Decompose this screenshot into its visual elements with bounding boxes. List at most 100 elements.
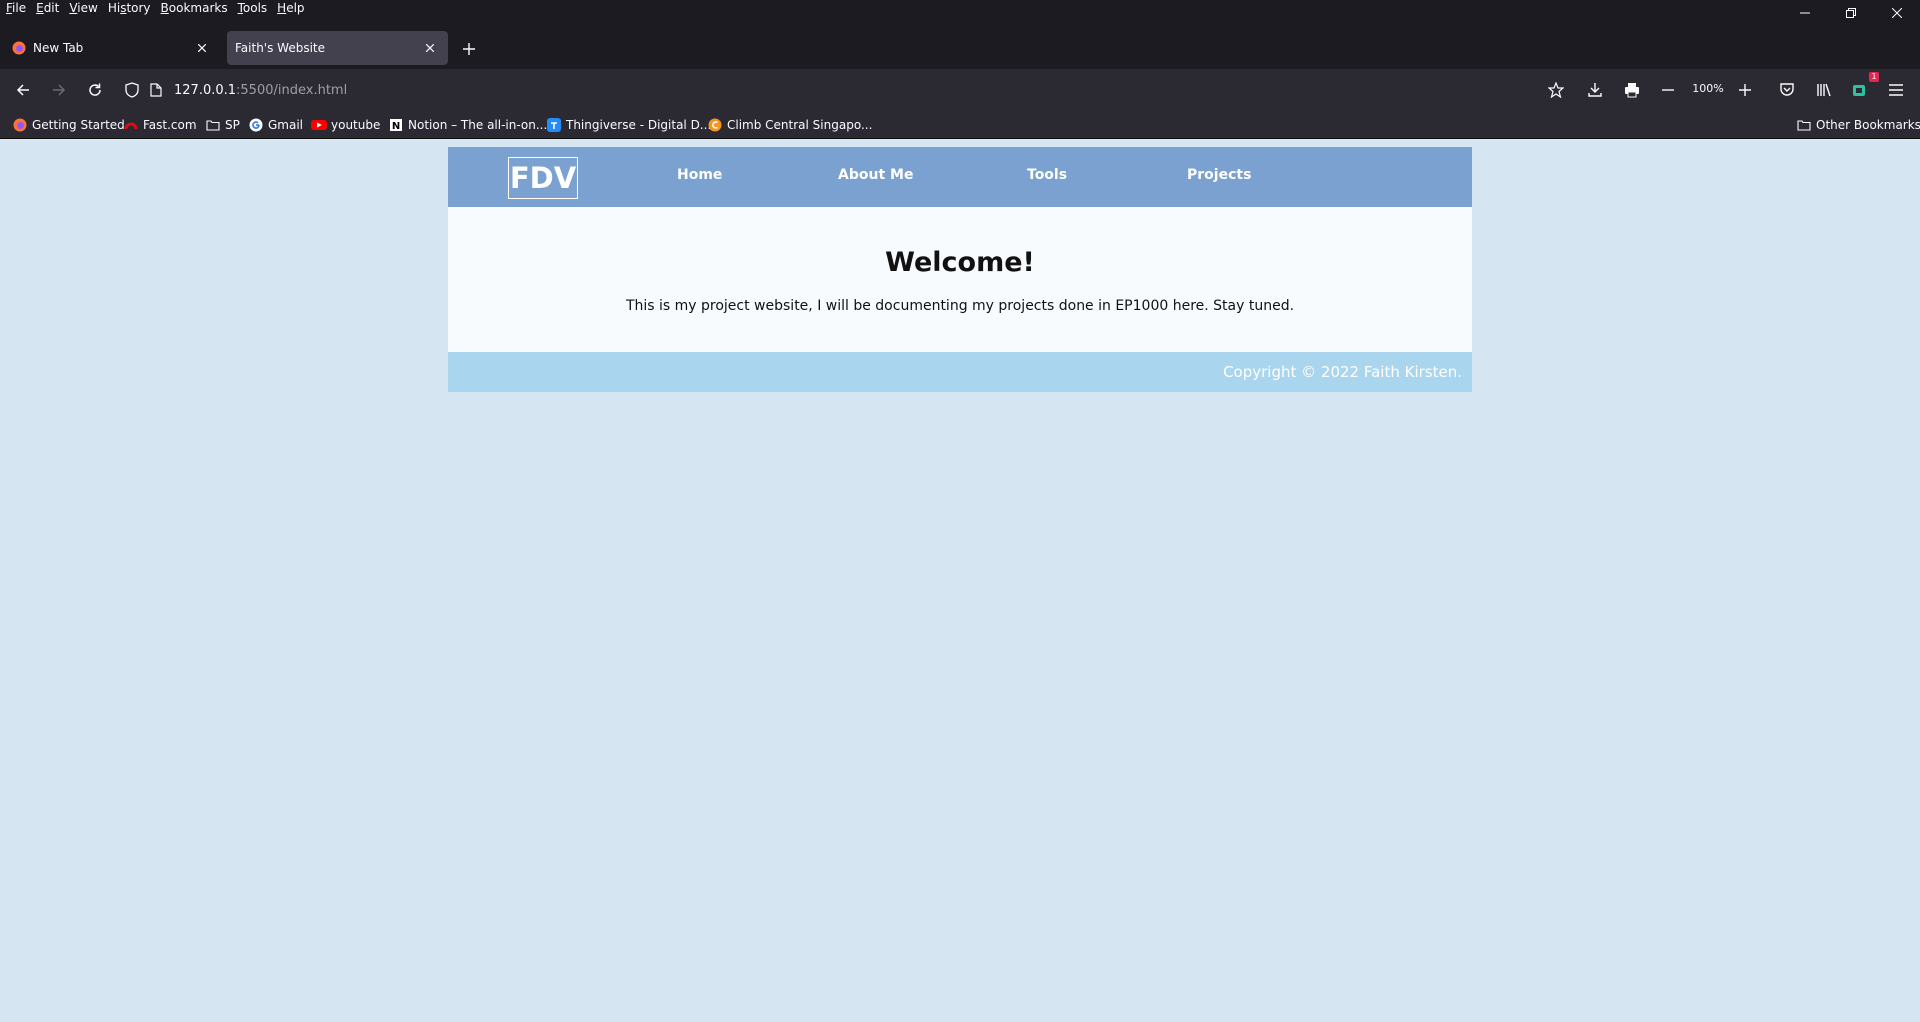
notion-icon: N [388,117,404,133]
plus-icon [463,43,475,55]
menu-file[interactable]: File [6,0,26,16]
menu-bar: File Edit View History Bookmarks Tools H… [0,0,1920,29]
print-button[interactable] [1616,74,1648,106]
forward-button[interactable] [43,74,75,106]
downloads-icon [1588,83,1602,97]
back-arrow-icon [16,84,29,96]
bookmark-label: Getting Started [32,118,125,132]
youtube-icon [311,117,327,133]
downloads-button[interactable] [1579,74,1611,106]
bookmark-star-button[interactable] [1540,74,1572,106]
nav-link-projects[interactable]: Projects [1187,167,1251,183]
close-window-button[interactable] [1874,0,1920,25]
shield-icon[interactable] [120,78,144,102]
site-main-section: Welcome! This is my project website, I w… [448,207,1472,352]
printer-icon [1625,83,1639,98]
extension-button[interactable]: 1 [1843,72,1879,106]
page-icon[interactable] [144,78,168,102]
minimize-icon [1800,12,1810,13]
bookmark-gmail[interactable]: Gmail [248,115,303,135]
thingiverse-icon [546,117,562,133]
bookmark-label: SP [225,118,240,132]
menu-view[interactable]: View [69,0,97,16]
hamburger-icon [1889,84,1903,96]
firefox-icon [12,117,28,133]
minus-icon [1662,89,1674,91]
tab-faiths-website[interactable]: Faith's Website [227,31,448,65]
bookmark-label: Other Bookmarks [1816,118,1920,132]
zoom-level[interactable]: 100% [1690,82,1726,95]
navigation-toolbar: 127.0.0.1:5500/index.html 100% 1 [0,69,1920,111]
extension-icon [1853,85,1865,96]
bookmark-notion[interactable]: N Notion – The all-in-on... [388,115,547,135]
menu-tools[interactable]: Tools [238,0,268,16]
menu-bookmarks[interactable]: Bookmarks [161,0,228,16]
site-navbar: FDV Home About Me Tools Projects [448,147,1472,207]
menu-help[interactable]: Help [277,0,304,16]
site-logo[interactable]: FDV [508,157,578,199]
bookmark-label: Gmail [268,118,304,132]
nav-link-about-me[interactable]: About Me [838,167,913,183]
bookmark-label: youtube [331,118,381,132]
plus-icon [1739,84,1751,96]
pocket-icon [1780,83,1794,96]
folder-icon [205,117,221,133]
site-footer: Copyright © 2022 Faith Kirsten. [448,352,1472,392]
svg-text:N: N [392,121,400,132]
bookmark-label: Thingiverse - Digital D... [566,118,712,132]
climb-icon [707,117,723,133]
new-tab-button[interactable] [457,37,481,61]
reload-button[interactable] [79,74,111,106]
bookmark-getting-started[interactable]: Getting Started [12,115,125,135]
close-icon [1892,7,1902,18]
copyright-text: Copyright © 2022 Faith Kirsten. [1223,363,1462,381]
folder-icon [1796,117,1812,133]
restore-button[interactable] [1828,0,1874,25]
close-icon [426,44,434,52]
library-icon [1817,83,1831,97]
tab-strip: New Tab Faith's Website [0,29,1920,69]
bookmark-label: Notion – The all-in-on... [408,118,548,132]
tab-label: Faith's Website [235,41,325,55]
menu-history[interactable]: History [108,0,151,16]
bookmark-folder-sp[interactable]: SP [205,115,240,135]
bookmark-thingiverse[interactable]: Thingiverse - Digital D... [546,115,711,135]
menu-list: File Edit View History Bookmarks Tools H… [6,0,315,16]
bookmark-fast-com[interactable]: Fast.com [123,115,197,135]
zoom-out-button[interactable] [1652,74,1684,106]
pocket-button[interactable] [1771,74,1803,106]
bookmark-climb-central[interactable]: Climb Central Singapo... [707,115,872,135]
nav-link-tools[interactable]: Tools [1027,167,1067,183]
bookmark-label: Fast.com [143,118,197,132]
url-path: :5500/index.html [236,82,348,98]
bookmark-label: Climb Central Singapo... [727,118,873,132]
menu-edit[interactable]: Edit [36,0,59,16]
bookmarks-toolbar: Getting Started Fast.com SP Gmail youtub… [0,111,1920,139]
tab-label: New Tab [33,41,84,55]
page-title: Welcome! [885,247,1035,278]
tab-close-button[interactable] [418,36,442,60]
url-host: 127.0.0.1 [174,82,237,98]
bookmark-youtube[interactable]: youtube [311,115,380,135]
website-container: FDV Home About Me Tools Projects Welcome… [448,147,1472,392]
tab-new-tab[interactable]: New Tab [2,31,220,65]
tab-close-button[interactable] [190,36,214,60]
other-bookmarks[interactable]: Other Bookmarks [1796,115,1920,135]
forward-arrow-icon [53,84,66,96]
nav-link-home[interactable]: Home [677,167,722,183]
window-controls [1782,0,1920,25]
back-button[interactable] [7,74,39,106]
url-text[interactable]: 127.0.0.1:5500/index.html [174,83,347,98]
google-icon [248,117,264,133]
minimize-button[interactable] [1782,0,1828,25]
menu-button[interactable] [1880,74,1912,106]
restore-icon [1846,7,1856,18]
star-icon [1548,82,1564,98]
speed-icon [123,117,139,133]
library-button[interactable] [1808,74,1840,106]
url-bar[interactable]: 127.0.0.1:5500/index.html [120,74,1580,106]
intro-text: This is my project website, I will be do… [625,298,1295,314]
close-icon [198,44,206,52]
firefox-icon [11,40,27,56]
zoom-in-button[interactable] [1729,74,1761,106]
